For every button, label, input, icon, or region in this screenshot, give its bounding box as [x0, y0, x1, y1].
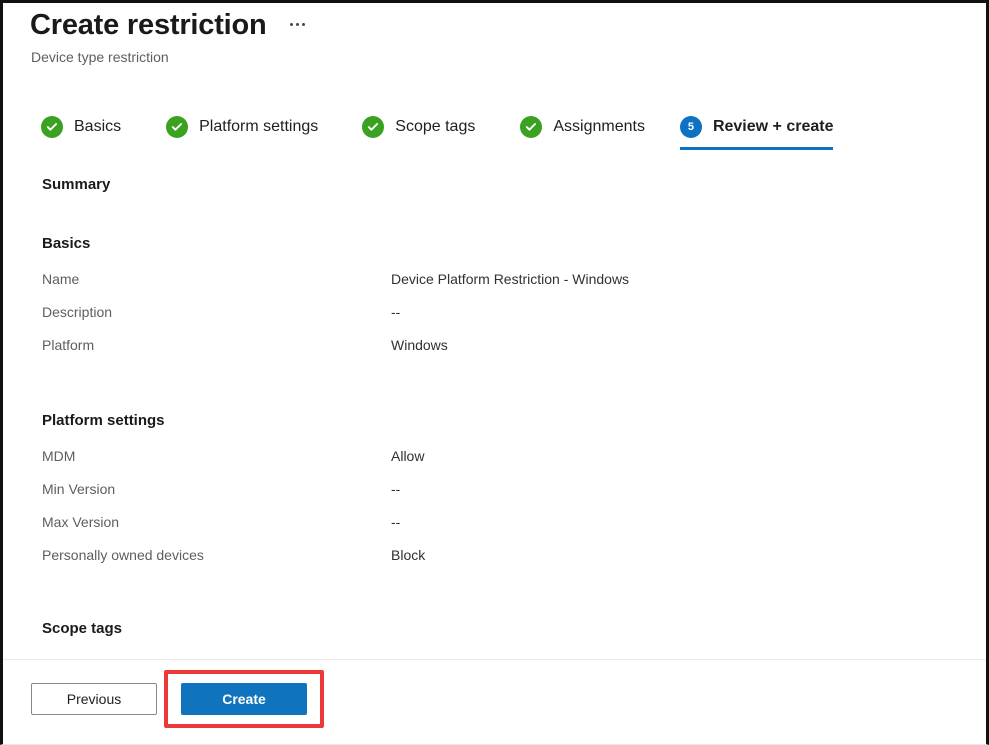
title-row: Create restriction	[30, 7, 930, 43]
detail-value: Block	[391, 547, 426, 563]
check-circle-icon	[41, 116, 63, 138]
table-row: Platform Windows	[42, 337, 986, 370]
ellipsis-dot	[289, 23, 293, 26]
check-circle-icon	[166, 116, 189, 138]
platform-settings-details-table: MDM Allow Min Version -- Max Version -- …	[3, 448, 986, 580]
ellipsis-dot	[301, 23, 305, 26]
detail-value: --	[391, 304, 401, 320]
blade-footer: Previous Create	[3, 659, 986, 744]
detail-label: Name	[42, 271, 80, 287]
page-subtitle: Device type restriction	[31, 49, 169, 65]
detail-label: Personally owned devices	[42, 547, 204, 563]
wizard-step-basics[interactable]: Basics	[41, 116, 121, 150]
detail-value: Allow	[391, 448, 425, 464]
table-row: Personally owned devices Block	[42, 547, 986, 580]
detail-value: Device Platform Restriction - Windows	[391, 271, 630, 287]
table-row: Description --	[42, 304, 986, 337]
summary-panel: Summary Basics Name Device Platform Rest…	[3, 163, 986, 660]
table-row: MDM Allow	[42, 448, 986, 481]
table-row: Max Version --	[42, 514, 986, 547]
detail-label: Max Version	[42, 514, 120, 530]
previous-button[interactable]: Previous	[31, 683, 157, 715]
active-tab-underline	[679, 147, 834, 150]
check-circle-icon	[362, 116, 385, 138]
detail-value: Windows	[391, 337, 448, 353]
section-heading-basics: Basics	[42, 235, 91, 252]
table-row: Min Version --	[42, 481, 986, 514]
blade-header: Create restriction Device type restricti…	[30, 7, 930, 67]
detail-value: --	[391, 481, 401, 497]
create-button[interactable]: Create	[181, 683, 307, 715]
section-heading-scope-tags: Scope tags	[42, 620, 123, 637]
detail-label: Description	[42, 304, 113, 320]
wizard-step-review-create[interactable]: 5 Review + create	[679, 116, 834, 150]
wizard-steps: Basics Platform settings Scope tags Assi…	[41, 116, 834, 150]
wizard-step-label: Scope tags	[395, 118, 476, 135]
page-title: Create restriction	[30, 9, 267, 41]
wizard-step-scope-tags[interactable]: Scope tags	[362, 116, 475, 150]
wizard-step-label: Assignments	[553, 118, 645, 135]
more-options-icon[interactable]	[288, 19, 307, 30]
footer-actions: Previous Create	[31, 670, 324, 728]
detail-value: --	[391, 514, 401, 530]
summary-heading: Summary	[42, 176, 111, 193]
table-row: Name Device Platform Restriction - Windo…	[42, 271, 986, 304]
wizard-step-platform-settings[interactable]: Platform settings	[166, 116, 318, 150]
wizard-step-assignments[interactable]: Assignments	[520, 116, 645, 150]
check-circle-icon	[520, 116, 543, 138]
create-restriction-blade: Create restriction Device type restricti…	[0, 0, 989, 745]
section-heading-platform-settings: Platform settings	[42, 412, 165, 429]
detail-label: Min Version	[42, 481, 116, 497]
detail-label: MDM	[42, 448, 76, 464]
step-number: 5	[687, 120, 694, 133]
wizard-step-label: Platform settings	[199, 118, 319, 135]
ellipsis-dot	[295, 23, 299, 26]
wizard-step-label: Review + create	[712, 118, 834, 135]
create-button-wrapper: Create	[164, 670, 324, 728]
wizard-step-label: Basics	[74, 118, 122, 135]
step-number-badge: 5	[679, 116, 702, 138]
detail-label: Platform	[42, 337, 95, 353]
basics-details-table: Name Device Platform Restriction - Windo…	[3, 271, 986, 370]
